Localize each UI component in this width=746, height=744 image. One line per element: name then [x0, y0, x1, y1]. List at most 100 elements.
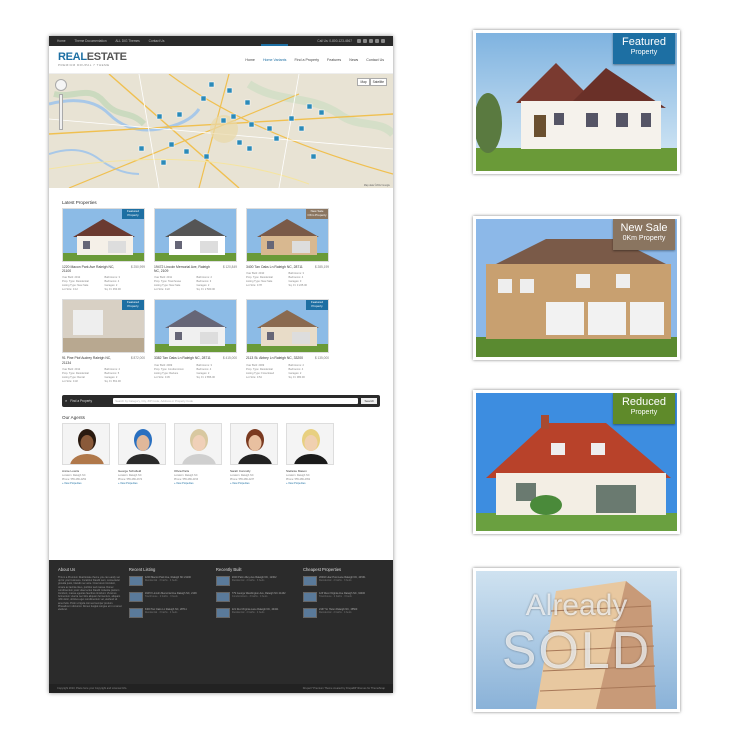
property-spec: Garages: 2	[196, 371, 210, 375]
footer-listing-thumb[interactable]	[215, 608, 230, 618]
agent-view-properties-link[interactable]: » View Properties	[62, 482, 110, 485]
agent-name[interactable]: Sarah Connolly	[230, 469, 278, 473]
credit[interactable]: Drupal 7 Premium Theme created by Drupal…	[303, 687, 385, 690]
agent-view-properties-link[interactable]: » View Properties	[118, 482, 166, 485]
twitter-icon[interactable]	[357, 39, 361, 43]
property-address[interactable]: 2113 St. Abbey Ln Raleigh NC, 33200	[246, 356, 304, 360]
agent-name[interactable]: Annie Lowris	[62, 469, 110, 473]
map-zoom-slider[interactable]	[59, 94, 63, 130]
property-spec: Year Built: 2012	[62, 367, 81, 371]
property-address[interactable]: 19472 Lincoln Memorial Ave, Raleigh NC, …	[154, 265, 212, 273]
agent-view-properties-link[interactable]: » View Properties	[230, 482, 278, 485]
footer-listing[interactable]: 2137 St. Helen Raleigh NC, 15500 Resident…	[302, 608, 384, 618]
property-card[interactable]: Featured Property 2113 St. Abbey Ln Raleig…	[246, 299, 329, 382]
footer-listing-meta: Residential · 2 baths · 4 beds	[231, 611, 265, 614]
agent-card[interactable]: Olivia Paris Location: Raleigh NC Phone: 5…	[174, 422, 222, 485]
ribbon-sub: Property	[127, 303, 139, 308]
property-photo[interactable]: Featured Property	[62, 208, 145, 262]
mail-icon[interactable]	[381, 39, 385, 43]
agent-card[interactable]: George Schofield Location: Raleigh NC Phon…	[118, 422, 166, 485]
property-card[interactable]: Featured Property 91 Pine Ptof Audrey Rale…	[62, 299, 145, 383]
nav-features[interactable]: Features	[327, 55, 341, 65]
nav-find-property[interactable]: Find a Property	[294, 55, 319, 65]
property-photo[interactable]: New Sale OKm Property	[246, 208, 329, 262]
agent-photo[interactable]	[118, 422, 166, 465]
nav-home-variants[interactable]: Home Variants	[260, 43, 288, 65]
linkedin-icon[interactable]	[369, 39, 373, 43]
property-photo[interactable]	[154, 208, 237, 262]
footer-listing[interactable]: 123 West Virginia Ave Raleigh NC, 34400 T…	[302, 592, 384, 602]
property-address[interactable]: 91 Pine Ptof Audrey Raleigh NC, 21134	[62, 356, 120, 364]
agent-photo[interactable]	[174, 422, 222, 465]
property-map[interactable]: Map Satellite Map data ©2012 Google	[49, 74, 393, 188]
footer-listing-thumb[interactable]	[128, 576, 143, 586]
property-photo[interactable]	[154, 299, 237, 354]
agent-photo[interactable]	[286, 422, 334, 465]
property-spec: Garages: 2	[104, 284, 118, 288]
property-address[interactable]: 3382 Tan Oaks Ln Raleigh NC, 28711	[154, 356, 212, 360]
footer-listing[interactable]: 20002 Lilac Post Lane Raleigh NC, 44531 R…	[302, 576, 384, 586]
footer-listing-thumb[interactable]	[128, 608, 143, 618]
nav-contact[interactable]: Contact Us	[366, 55, 384, 65]
ribbon-reduced-sub: Property	[630, 409, 658, 416]
footer-listing-thumb[interactable]	[302, 592, 317, 602]
footer-listing-meta: Townhouse · 2 baths · 3 beds	[144, 595, 178, 598]
agent-card[interactable]: Sarah Connolly Location: Raleigh NC Phone:…	[230, 422, 278, 485]
property-spec: Listing Type: New Sale	[154, 284, 181, 288]
property-card[interactable]: 19472 Lincoln Memorial Ave, Raleigh NC, …	[154, 208, 237, 291]
search-input[interactable]: Search by Category, City, ZIP Code, Addr…	[113, 397, 359, 404]
property-spec: Bedrooms: 4	[196, 367, 212, 371]
footer-listing[interactable]: 2020 Palm Alley Ave Raleigh NC, 12302 Res…	[215, 576, 297, 586]
property-card[interactable]: 3382 Tan Oaks Ln Raleigh NC, 28711 $ 415,…	[154, 299, 237, 382]
footer-listing[interactable]: 3400 Tan Oaks Ln Raleigh NC, 28711 Reside…	[128, 608, 210, 618]
ribbon-reduced: Reduced Property	[613, 393, 675, 424]
map-type-map[interactable]: Map	[357, 78, 370, 86]
agent-name[interactable]: Stefanie Mason	[286, 469, 334, 473]
property-spec: Bedrooms: 4	[288, 367, 304, 371]
property-spec: Sq. Ft: 380.00	[288, 375, 305, 379]
agent-card[interactable]: Annie Lowris Location: Raleigh NC Phone: 5…	[62, 422, 110, 485]
footer-listing[interactable]: 779 George Washington Ave, Raleigh NC 21…	[215, 592, 297, 602]
nav-news[interactable]: News	[349, 55, 358, 65]
property-spec: Listing Type: New Sale	[62, 284, 89, 288]
footer-listing-thumb[interactable]	[128, 592, 143, 602]
property-photo[interactable]: Featured Property	[246, 299, 329, 354]
property-spec: Bathrooms: 3	[196, 363, 212, 367]
footer-listing[interactable]: 1220 Macon Park Ave, Raleigh NC 21100 Res…	[128, 576, 210, 586]
property-spec: Prop. Type: Residential	[62, 280, 89, 284]
map-type-satellite[interactable]: Satellite	[369, 78, 387, 86]
property-card[interactable]: Featured Property 1220 Macon Park Ave Rale…	[62, 208, 145, 291]
map-pan-control[interactable]	[55, 79, 67, 91]
logo[interactable]: REALESTATE PREMIUM DRUPAL 7 THEME	[58, 52, 127, 68]
facebook-icon[interactable]	[363, 39, 367, 43]
footer-listing-thumb[interactable]	[302, 608, 317, 618]
property-address[interactable]: 1220 Macon Park Ave Raleigh NC, 21100	[62, 265, 120, 273]
footer-listing-meta: Residential · 2 baths · 3 beds	[231, 579, 265, 582]
property-photo[interactable]: Featured Property	[62, 299, 145, 354]
top-link-home[interactable]: Home	[57, 39, 66, 43]
top-link-themes[interactable]: ALL DIG Themes	[115, 39, 139, 43]
property-spec: Prop. Type: Residential	[62, 371, 89, 375]
agent-view-properties-link[interactable]: » View Properties	[174, 482, 222, 485]
footer-listing-thumb[interactable]	[215, 576, 230, 586]
search-button[interactable]: Search	[361, 397, 377, 404]
property-spec: Year Built: 2011	[154, 276, 173, 280]
agent-view-properties-link[interactable]: » View Properties	[286, 482, 334, 485]
footer-listing-thumb[interactable]	[215, 592, 230, 602]
agent-photo[interactable]	[62, 422, 110, 465]
footer-listing[interactable]: 19472 Lincoln Memorial Ave Raleigh NC, 2…	[128, 592, 210, 602]
property-spec: Prop. Type: Townhouse	[154, 280, 182, 284]
agent-name[interactable]: George Schofield	[118, 469, 166, 473]
agent-card[interactable]: Stefanie Mason Location: Raleigh NC Phone:…	[286, 422, 334, 485]
property-card[interactable]: New Sale OKm Property 3400 Tan Oaks Ln Ral…	[246, 208, 329, 291]
property-spec: Sq. Ft: 3 225.00	[288, 284, 307, 288]
property-address[interactable]: 3400 Tan Oaks Ln Raleigh NC, 28711	[246, 265, 304, 269]
nav-home[interactable]: Home	[245, 55, 255, 65]
top-link-docs[interactable]: Theme Documentation	[74, 39, 106, 43]
rss-icon[interactable]	[375, 39, 379, 43]
footer-listing-thumb[interactable]	[302, 576, 317, 586]
agent-photo[interactable]	[230, 422, 278, 465]
footer-listing[interactable]: 221 Red Virginia Lane Raleigh NC, 44321 R…	[215, 608, 297, 618]
top-link-contact[interactable]: Contact Us	[149, 39, 165, 43]
agent-name[interactable]: Olivia Paris	[174, 469, 222, 473]
